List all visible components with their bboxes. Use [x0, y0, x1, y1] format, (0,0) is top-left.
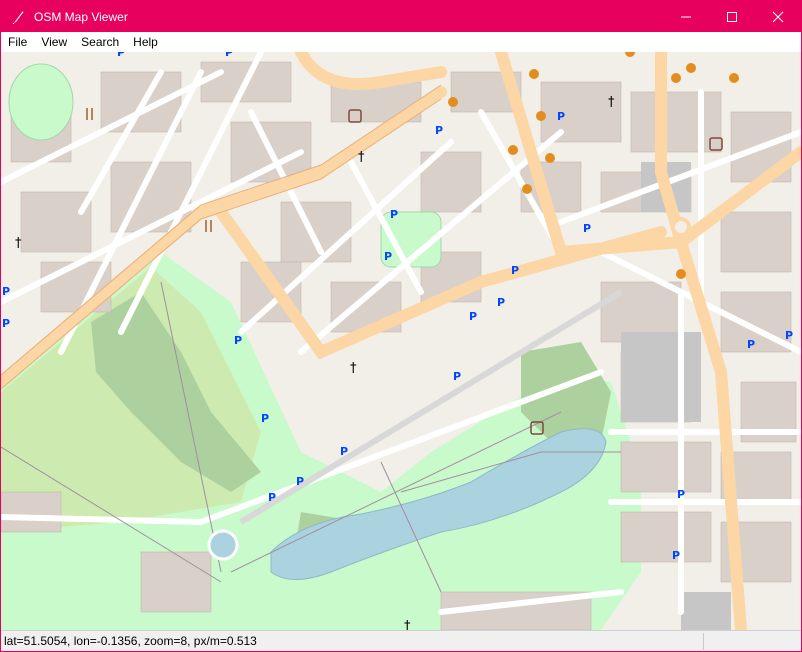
parking-label: P: [672, 549, 680, 562]
parking-label: P: [261, 412, 269, 425]
parking-label: P: [583, 222, 591, 235]
parking-label: P: [677, 488, 685, 501]
parking-label: P: [390, 208, 398, 221]
title-bar[interactable]: OSM Map Viewer: [1, 1, 801, 32]
parking-label: P: [435, 124, 443, 137]
parking-label: P: [453, 370, 461, 383]
parking-label: P: [511, 264, 519, 277]
fast-food-icon: [671, 73, 681, 83]
map-canvas[interactable]: P P P P P P P P P P P P P P P P P P P P: [1, 52, 801, 630]
menu-help[interactable]: Help: [126, 32, 165, 52]
parking-label: P: [384, 250, 392, 263]
maximize-icon: [727, 11, 737, 22]
large-building: [621, 332, 701, 422]
parking-label: P: [497, 296, 505, 309]
feather-icon: [10, 9, 26, 25]
parking-label: P: [785, 329, 793, 342]
menu-file[interactable]: File: [1, 32, 34, 52]
church-cross: †: [350, 361, 357, 376]
parking-label: P: [296, 475, 304, 488]
fast-food-icon: [448, 97, 458, 107]
status-panel: [703, 633, 801, 650]
map-tiles[interactable]: P P P P P P P P P P P P P P P P P P P P: [1, 52, 801, 630]
parking-label: P: [747, 338, 755, 351]
fast-food-icon: [536, 111, 546, 121]
garden-oval: [8, 63, 74, 141]
coordinates-readout: lat=51.5054, lon=-0.1356, zoom=8, px/m=0…: [4, 634, 257, 648]
fast-food-icon: [545, 153, 555, 163]
close-button[interactable]: [755, 1, 801, 32]
fast-food-icon: [522, 184, 532, 194]
parking-label: P: [340, 445, 348, 458]
large-building: [681, 592, 731, 630]
window-controls: [663, 1, 801, 32]
fast-food-icon: [729, 73, 739, 83]
parking-label: P: [2, 317, 10, 330]
minimize-icon: [681, 16, 691, 17]
menu-view[interactable]: View: [34, 32, 74, 52]
close-icon: [772, 11, 784, 22]
church-cross: †: [404, 619, 411, 630]
church-cross: †: [608, 95, 615, 110]
window-title: OSM Map Viewer: [34, 9, 128, 24]
church-cross: †: [15, 236, 22, 251]
parking-label: P: [268, 491, 276, 504]
fast-food-icon: [529, 69, 539, 79]
status-bar: lat=51.5054, lon=-0.1356, zoom=8, px/m=0…: [1, 630, 801, 651]
parking-label: P: [234, 334, 242, 347]
app-window: OSM Map Viewer File View Search Help P P…: [0, 0, 802, 652]
parking-label: P: [117, 52, 125, 59]
parking-label: P: [225, 52, 233, 59]
menu-bar: File View Search Help: [1, 32, 801, 52]
roundabout: [671, 217, 691, 237]
fast-food-icon: [686, 63, 696, 73]
parking-label: P: [2, 285, 10, 298]
fast-food-icon: [508, 145, 518, 155]
church-cross: †: [358, 150, 365, 165]
parking-label: P: [469, 310, 477, 323]
minimize-button[interactable]: [663, 1, 709, 32]
menu-search[interactable]: Search: [74, 32, 126, 52]
fountain: [207, 529, 239, 561]
maximize-button[interactable]: [709, 1, 755, 32]
parking-label: P: [557, 110, 565, 123]
fast-food-icon: [676, 269, 686, 279]
